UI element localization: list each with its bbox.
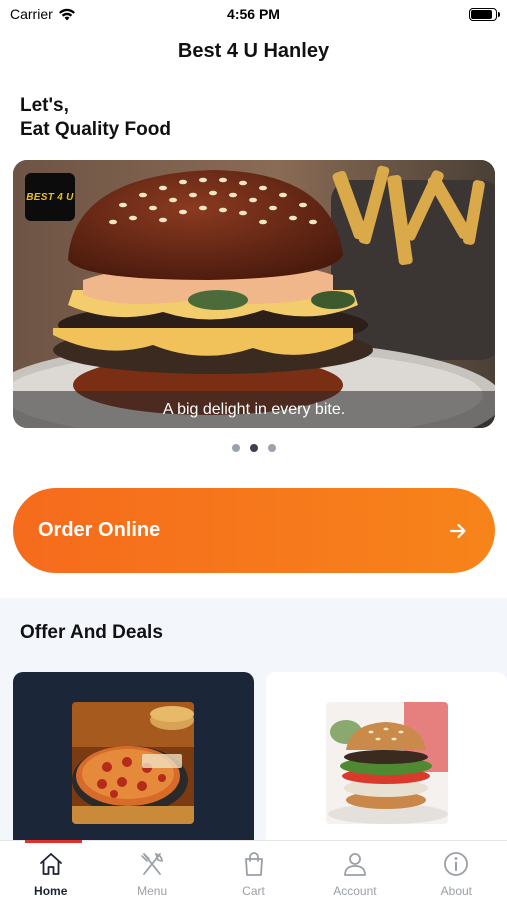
order-online-button[interactable]: Order Online — [13, 488, 495, 573]
arrow-right-icon — [447, 520, 469, 542]
greeting-heading: Let's, Eat Quality Food — [20, 94, 171, 142]
carousel-caption: A big delight in every bite. — [162, 400, 346, 418]
order-online-label: Order Online — [38, 519, 161, 541]
tab-about-label: About — [440, 884, 472, 898]
carousel-pagination[interactable] — [0, 444, 507, 452]
active-tab-indicator — [25, 840, 82, 843]
fork-knife-icon — [141, 852, 163, 875]
carousel-dot[interactable] — [267, 444, 276, 452]
battery-level — [471, 10, 492, 19]
carousel-dot[interactable] — [249, 444, 258, 452]
burger-photo — [13, 160, 495, 428]
bottom-tab-bar: Home Menu Cart Account About — [0, 840, 507, 900]
promo-carousel[interactable]: BEST 4 U A big delight in every bite. — [13, 160, 495, 428]
tab-account[interactable]: Account — [304, 841, 405, 900]
tab-menu[interactable]: Menu — [101, 841, 202, 900]
tab-home[interactable]: Home — [0, 841, 101, 900]
status-time: 4:56 PM — [227, 6, 280, 22]
page-title: Best 4 U Hanley — [177, 40, 330, 62]
shopping-bag-icon — [244, 852, 263, 876]
tab-home-label: Home — [34, 884, 68, 898]
deal-card-pizza[interactable] — [13, 672, 254, 852]
greeting-line-2: Eat Quality Food — [20, 119, 171, 140]
carousel-dot[interactable] — [231, 444, 240, 452]
offers-title: Offer And Deals — [20, 622, 163, 643]
tab-about[interactable]: About — [406, 841, 507, 900]
tab-account-label: Account — [333, 884, 377, 898]
deal-card-burger[interactable] — [266, 672, 507, 852]
home-icon — [39, 853, 62, 875]
info-icon — [444, 852, 469, 876]
status-bar: Carrier 4:56 PM — [0, 0, 507, 28]
tab-cart-label: Cart — [242, 884, 265, 898]
tab-menu-label: Menu — [137, 884, 168, 898]
tab-cart[interactable]: Cart — [203, 841, 304, 900]
carousel-caption-bar: A big delight in every bite. — [13, 391, 495, 428]
brand-logo: BEST 4 U — [25, 173, 75, 221]
battery-icon — [469, 8, 500, 21]
burger-image — [326, 702, 448, 824]
offers-section: Offer And Deals — [0, 598, 507, 852]
pizza-image — [72, 702, 194, 824]
greeting-line-1: Let's, — [20, 95, 69, 116]
user-icon — [344, 853, 366, 876]
